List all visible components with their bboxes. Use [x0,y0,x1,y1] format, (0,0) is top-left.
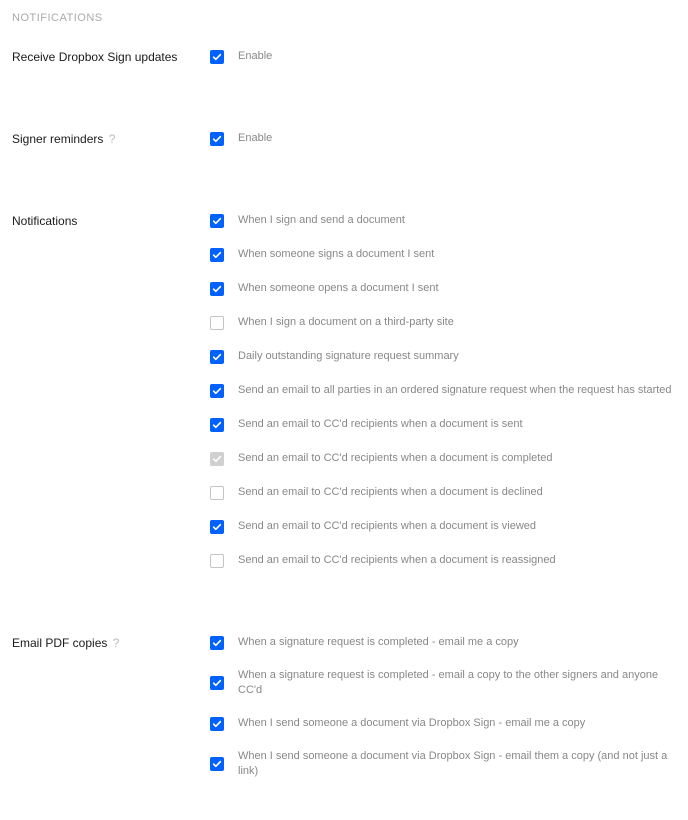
option-label-notif-cc-viewed: Send an email to CC'd recipients when a … [238,519,536,534]
option-notif-cc-sent: Send an email to CC'd recipients when a … [210,416,676,434]
option-notif-cc-reassigned: Send an email to CC'd recipients when a … [210,552,676,570]
checkbox-pdf-send-me[interactable] [210,717,224,731]
option-pdf-send-them: When I send someone a document via Dropb… [210,749,676,780]
option-notif-daily-summary: Daily outstanding signature request summ… [210,348,676,366]
option-notif-cc-viewed: Send an email to CC'd recipients when a … [210,518,676,536]
row-updates: Receive Dropbox Sign updates Enable [12,48,676,66]
option-label-pdf-completed-others: When a signature request is completed - … [238,668,676,699]
checkbox-notif-third-party[interactable] [210,316,224,330]
option-pdf-completed-others: When a signature request is completed - … [210,668,676,699]
option-label-notif-sign-send: When I sign and send a document [238,213,405,228]
option-label-notif-cc-completed: Send an email to CC'd recipients when a … [238,451,553,466]
option-label-notif-third-party: When I sign a document on a third-party … [238,315,454,330]
checkbox-reminders-enable[interactable] [210,132,224,146]
option-notif-cc-completed: Send an email to CC'd recipients when a … [210,450,676,468]
option-label-notif-someone-signs: When someone signs a document I sent [238,247,434,262]
row-notifications: Notifications When I sign and send a doc… [12,212,676,570]
label-notifications-text: Notifications [12,214,77,228]
checkbox-notif-cc-reassigned[interactable] [210,554,224,568]
option-label-updates-enable: Enable [238,49,272,64]
checkbox-notif-sign-send[interactable] [210,214,224,228]
checkbox-notif-cc-declined[interactable] [210,486,224,500]
section-header-notifications: NOTIFICATIONS [12,12,676,24]
help-icon[interactable]: ? [109,636,119,650]
option-notif-third-party: When I sign a document on a third-party … [210,314,676,332]
label-updates: Receive Dropbox Sign updates [12,48,210,64]
option-label-notif-cc-declined: Send an email to CC'd recipients when a … [238,485,543,500]
option-notif-ordered-started: Send an email to all parties in an order… [210,382,676,400]
checkbox-notif-daily-summary[interactable] [210,350,224,364]
checkbox-updates-enable[interactable] [210,50,224,64]
option-label-notif-someone-opens: When someone opens a document I sent [238,281,439,296]
label-updates-text: Receive Dropbox Sign updates [12,50,177,64]
label-pdfcopies: Email PDF copies ? [12,634,210,650]
option-label-pdf-send-them: When I send someone a document via Dropb… [238,749,676,780]
option-pdf-send-me: When I send someone a document via Dropb… [210,715,676,733]
option-label-notif-cc-sent: Send an email to CC'd recipients when a … [238,417,523,432]
option-updates-enable: Enable [210,48,676,66]
option-label-notif-ordered-started: Send an email to all parties in an order… [238,383,672,398]
row-reminders: Signer reminders ? Enable [12,130,676,148]
label-notifications: Notifications [12,212,210,228]
label-pdfcopies-text: Email PDF copies [12,636,107,650]
checkbox-notif-cc-completed [210,452,224,466]
row-pdfcopies: Email PDF copies ? When a signature requ… [12,634,676,780]
checkbox-pdf-completed-me[interactable] [210,636,224,650]
checkbox-notif-someone-signs[interactable] [210,248,224,262]
checkbox-pdf-completed-others[interactable] [210,676,224,690]
option-label-notif-daily-summary: Daily outstanding signature request summ… [238,349,459,364]
option-notif-someone-opens: When someone opens a document I sent [210,280,676,298]
option-label-pdf-completed-me: When a signature request is completed - … [238,635,519,650]
label-reminders-text: Signer reminders [12,132,103,146]
option-reminders-enable: Enable [210,130,676,148]
options-reminders: Enable [210,130,676,148]
option-pdf-completed-me: When a signature request is completed - … [210,634,676,652]
option-label-reminders-enable: Enable [238,131,272,146]
option-label-notif-cc-reassigned: Send an email to CC'd recipients when a … [238,553,556,568]
option-label-pdf-send-me: When I send someone a document via Dropb… [238,716,585,731]
help-icon[interactable]: ? [105,132,115,146]
options-pdfcopies: When a signature request is completed - … [210,634,676,780]
option-notif-cc-declined: Send an email to CC'd recipients when a … [210,484,676,502]
checkbox-notif-ordered-started[interactable] [210,384,224,398]
checkbox-pdf-send-them[interactable] [210,757,224,771]
label-reminders: Signer reminders ? [12,130,210,146]
option-notif-sign-send: When I sign and send a document [210,212,676,230]
options-notifications: When I sign and send a document When some… [210,212,676,570]
options-updates: Enable [210,48,676,66]
checkbox-notif-someone-opens[interactable] [210,282,224,296]
option-notif-someone-signs: When someone signs a document I sent [210,246,676,264]
checkbox-notif-cc-viewed[interactable] [210,520,224,534]
checkbox-notif-cc-sent[interactable] [210,418,224,432]
